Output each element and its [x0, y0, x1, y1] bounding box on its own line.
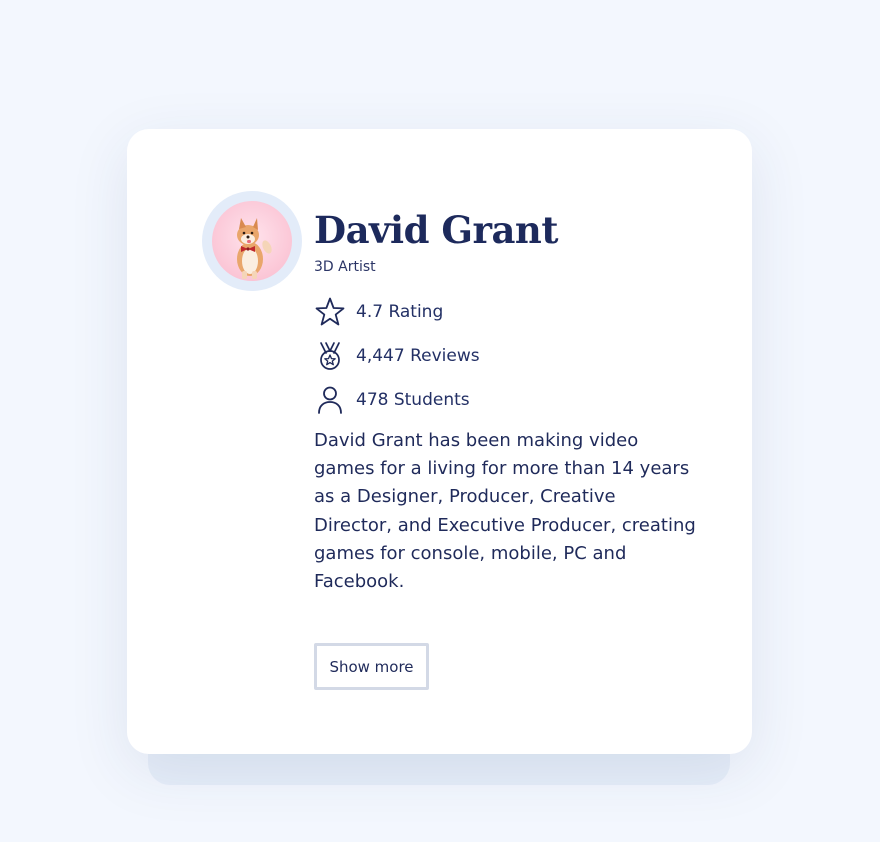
- reviews-stat: 4,447 Reviews: [314, 340, 480, 372]
- students-stat: 478 Students: [314, 384, 470, 416]
- dog-avatar-icon: [212, 201, 292, 281]
- instructor-card: David Grant 3D Artist 4.7 Rating 4,447 R…: [127, 129, 752, 754]
- medal-icon: [314, 340, 346, 372]
- avatar: [202, 191, 302, 291]
- rating-label: 4.7 Rating: [356, 302, 444, 322]
- instructor-bio: David Grant has been making video games …: [314, 430, 696, 593]
- instructor-role: 3D Artist: [314, 259, 376, 275]
- reviews-label: 4,447 Reviews: [356, 346, 480, 366]
- show-more-button[interactable]: Show more: [314, 643, 429, 690]
- instructor-name: David Grant: [314, 208, 558, 252]
- rating-stat: 4.7 Rating: [314, 296, 443, 328]
- user-icon: [314, 384, 346, 416]
- students-label: 478 Students: [356, 390, 470, 410]
- star-icon: [314, 296, 346, 328]
